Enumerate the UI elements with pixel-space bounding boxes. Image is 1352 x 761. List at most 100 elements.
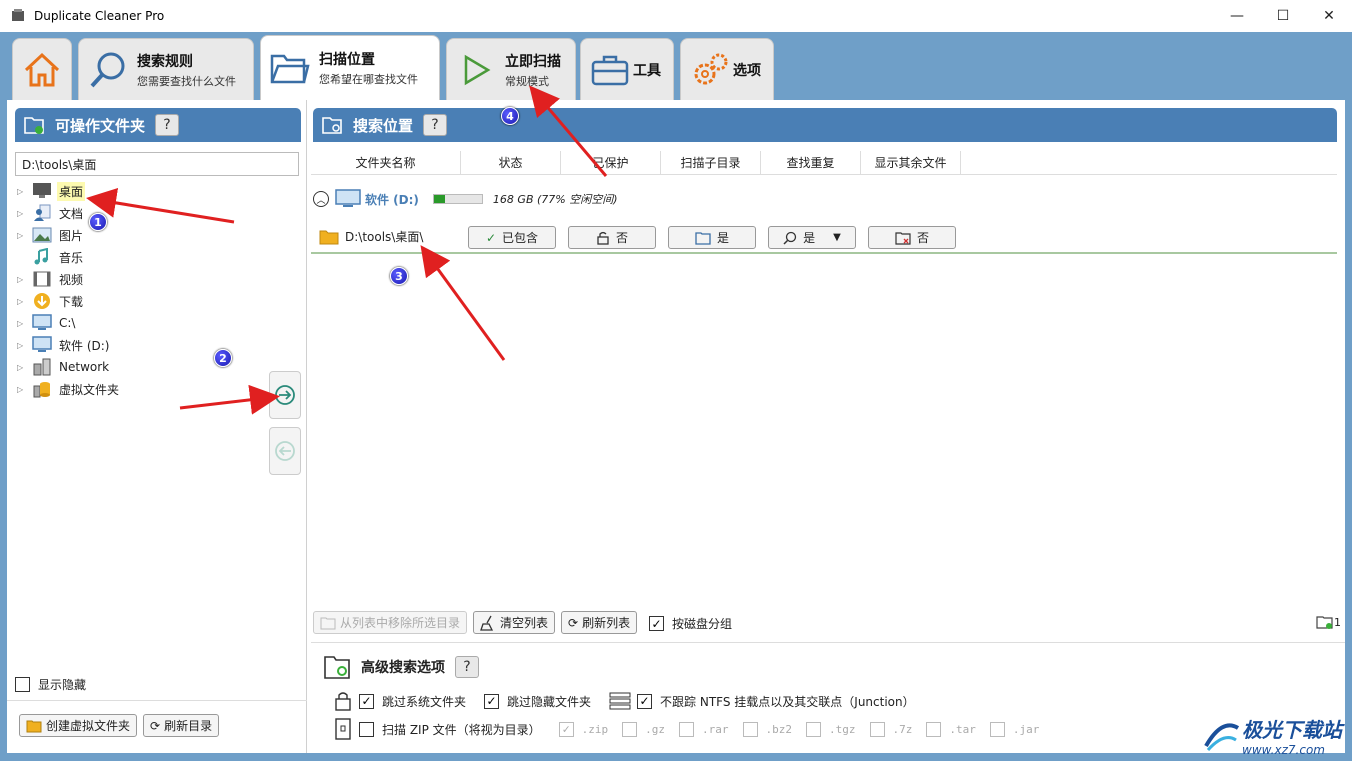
expand-arrow-icon[interactable]: ▷ (17, 319, 31, 328)
desktop-icon (31, 182, 53, 200)
checkbox-icon[interactable] (679, 721, 695, 737)
column-header-show-others[interactable]: 显示其余文件 (861, 151, 961, 174)
available-folders-header: 可操作文件夹 ? (15, 108, 301, 142)
ext-rar-checkbox[interactable]: .rar (679, 721, 729, 737)
checkbox-icon[interactable] (15, 677, 30, 692)
tab-scan-now[interactable]: 立即扫描 常规模式 (446, 38, 576, 100)
arrow-right-circle-icon (275, 385, 295, 405)
table-row[interactable]: D:\tools\桌面\ ✓ 已包含 否 是 是 ▼ 否 (311, 224, 1337, 254)
tab-scan-now-label: 立即扫描 (505, 53, 561, 70)
folder-search-icon (324, 656, 350, 679)
tab-scan-location[interactable]: 扫描位置 您希望在哪查找文件 (260, 35, 440, 100)
ext-label: .jar (1012, 722, 1040, 736)
refresh-icon: ⟳ (150, 718, 161, 733)
refresh-directory-button[interactable]: ⟳ 刷新目录 (143, 714, 220, 737)
tree-item-label: 虚拟文件夹 (59, 382, 120, 397)
expand-arrow-icon[interactable]: ▷ (17, 231, 31, 240)
find-duplicates-dropdown[interactable]: 是 ▼ (768, 226, 856, 249)
skip-hidden-folders-checkbox[interactable]: 跳过隐藏文件夹 (484, 693, 591, 710)
tree-item-downloads[interactable]: ▷ 下载 (17, 290, 257, 312)
clear-list-label: 清空列表 (500, 616, 549, 630)
remove-selected-button[interactable]: 从列表中移除所选目录 (313, 611, 468, 634)
scan-zip-checkbox[interactable]: 扫描 ZIP 文件（将视为目录） (359, 721, 541, 738)
help-button[interactable]: ? (155, 114, 180, 136)
help-button[interactable]: ? (423, 114, 448, 136)
virtual-folder-icon (31, 380, 53, 398)
tree-item-desktop[interactable]: ▷ 桌面 (17, 180, 257, 202)
status-button[interactable]: ✓ 已包含 (468, 226, 556, 249)
checkbox-icon[interactable] (806, 721, 822, 737)
refresh-list-label: 刷新列表 (582, 616, 631, 630)
ext-7z-checkbox[interactable]: .7z (869, 721, 912, 737)
checkbox-icon[interactable] (869, 721, 885, 737)
column-header-scan-subdirs[interactable]: 扫描子目录 (661, 151, 761, 174)
minimize-icon[interactable]: — (1214, 0, 1260, 32)
show-others-button[interactable]: 否 (868, 226, 956, 249)
skip-system-folders-checkbox[interactable]: 跳过系统文件夹 (359, 693, 466, 710)
show-hidden-checkbox[interactable]: 显示隐藏 (15, 676, 86, 693)
tree-item-label: 下载 (59, 294, 84, 309)
tree-item-label: 音乐 (59, 250, 84, 265)
expand-arrow-icon[interactable]: ▷ (17, 341, 31, 350)
ext-bz2-checkbox[interactable]: .bz2 (742, 721, 792, 737)
refresh-list-button[interactable]: ⟳ 刷新列表 (561, 611, 638, 634)
expand-arrow-icon[interactable]: ▷ (17, 363, 31, 372)
tree-item-video[interactable]: ▷ 视频 (17, 268, 257, 290)
remove-folder-button[interactable] (269, 427, 301, 475)
scan-subdirs-button[interactable]: 是 (668, 226, 756, 249)
tab-options[interactable]: 选项 (680, 38, 774, 100)
watermark: 极光下载站 www.xz7.com (1202, 714, 1342, 757)
expand-arrow-icon[interactable]: ▷ (17, 297, 31, 306)
checkbox-icon[interactable] (742, 721, 758, 737)
ntfs-junction-checkbox[interactable]: 不跟踪 NTFS 挂载点以及其交联点（Junction） (637, 693, 915, 710)
tree-item-drive-c[interactable]: ▷ C:\ (17, 312, 257, 334)
checkbox-icon[interactable] (989, 721, 1005, 737)
column-header-find-duplicates[interactable]: 查找重复 (761, 151, 861, 174)
tree-item-pictures[interactable]: ▷ 图片 (17, 224, 257, 246)
ext-jar-checkbox[interactable]: .jar (989, 721, 1040, 737)
expand-arrow-icon[interactable]: ▷ (17, 209, 31, 218)
collapse-icon[interactable]: ︿ (313, 191, 329, 207)
close-icon[interactable]: ✕ (1306, 0, 1352, 32)
checkbox-icon[interactable] (359, 693, 374, 709)
expand-arrow-icon[interactable]: ▷ (17, 275, 31, 284)
ext-tgz-checkbox[interactable]: .tgz (806, 721, 856, 737)
ext-tar-checkbox[interactable]: .tar (926, 721, 976, 737)
checkbox-icon[interactable] (637, 693, 653, 709)
tab-search-rules[interactable]: 搜索规则 您需要查找什么文件 (78, 38, 254, 100)
clear-list-button[interactable]: 清空列表 (473, 611, 556, 634)
folder-path: D:\tools\桌面\ (345, 230, 424, 244)
column-header-status[interactable]: 状态 (461, 151, 561, 174)
tree-item-documents[interactable]: ▷ 文档 (17, 202, 257, 224)
virtual-folder-icon (26, 719, 42, 733)
remove-selected-label: 从列表中移除所选目录 (340, 616, 461, 630)
ext-zip-checkbox[interactable]: .zip (558, 721, 608, 737)
group-by-disk-checkbox[interactable]: 按磁盘分组 (649, 615, 732, 632)
checkbox-icon[interactable] (649, 616, 664, 631)
checkbox-icon[interactable] (926, 721, 942, 737)
advanced-options-header: 高级搜索选项 ? (323, 652, 479, 682)
help-button[interactable]: ? (455, 656, 479, 678)
checkbox-icon[interactable] (484, 693, 500, 709)
tab-tools[interactable]: 工具 (580, 38, 674, 100)
tab-home[interactable] (12, 38, 72, 100)
column-header-folder-name[interactable]: 文件夹名称 (311, 151, 461, 174)
expand-arrow-icon[interactable]: ▷ (17, 385, 31, 394)
expand-arrow-icon[interactable]: ▷ (17, 187, 31, 196)
tree-item-label: 视频 (59, 272, 84, 287)
checkbox-icon[interactable] (558, 721, 574, 737)
checkbox-icon[interactable] (622, 721, 638, 737)
tree-item-label: C:\ (59, 316, 76, 330)
ext-gz-checkbox[interactable]: .gz (622, 721, 665, 737)
create-virtual-folder-button[interactable]: 创建虚拟文件夹 (19, 714, 138, 737)
column-header-protected[interactable]: 已保护 (561, 151, 661, 174)
checkbox-icon[interactable] (359, 721, 374, 737)
folder-path-input[interactable]: D:\tools\桌面 (15, 152, 299, 176)
tree-item-music[interactable]: 音乐 (17, 246, 257, 268)
tree-item-virtual-folder[interactable]: ▷ 虚拟文件夹 (17, 378, 257, 400)
protected-button[interactable]: 否 (568, 226, 656, 249)
annotation-marker-1: 1 (89, 213, 107, 231)
add-folder-button[interactable] (269, 371, 301, 419)
maximize-icon[interactable]: ☐ (1260, 0, 1306, 32)
find-duplicates-value: 是 (803, 231, 816, 245)
